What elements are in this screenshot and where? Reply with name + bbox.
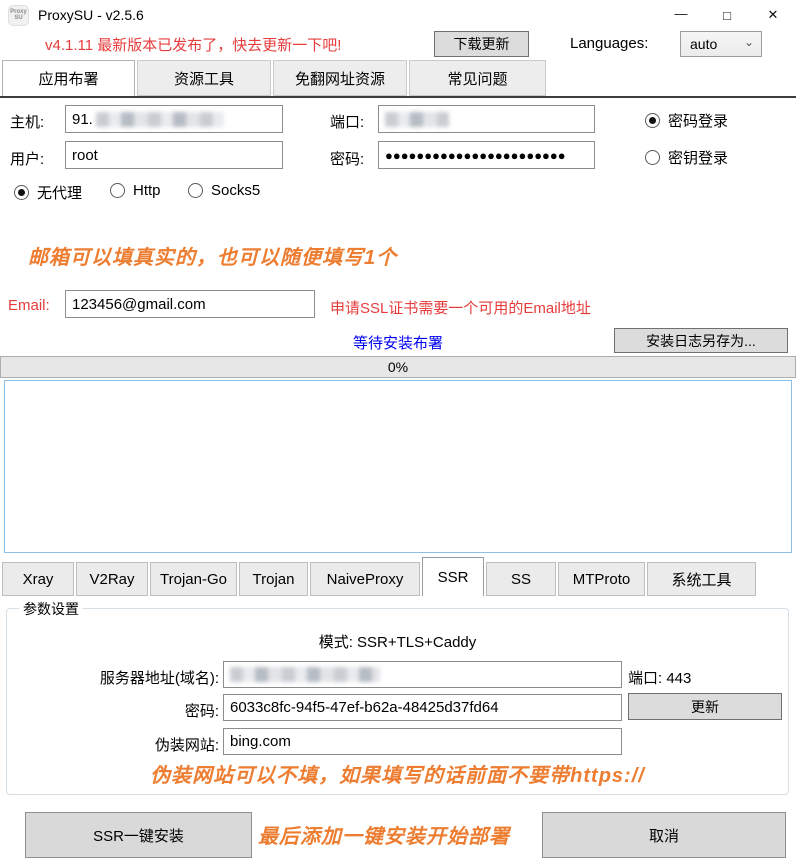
maximize-button[interactable]: □ xyxy=(704,0,750,30)
radio-circle xyxy=(110,183,125,198)
mode-line: 模式: SSR+TLS+Caddy xyxy=(7,631,788,652)
radio-label: 无代理 xyxy=(37,182,82,203)
domain-input[interactable] xyxy=(223,661,622,688)
password-masked-value: ●●●●●●●●●●●●●●●●●●●●●●● xyxy=(385,148,566,163)
radio-circle xyxy=(645,150,660,165)
cancel-button[interactable]: 取消 xyxy=(542,812,786,858)
protocol-tab-bar: Xray V2Ray Trojan-Go Trojan NaiveProxy S… xyxy=(2,557,756,596)
tab-trojan-go[interactable]: Trojan-Go xyxy=(150,562,237,596)
tab-trojan[interactable]: Trojan xyxy=(239,562,308,596)
tab-xray[interactable]: Xray xyxy=(2,562,74,596)
radio-label: 密码登录 xyxy=(668,110,728,131)
tab-underline xyxy=(0,96,796,98)
radio-password-login[interactable]: 密码登录 xyxy=(645,110,728,131)
ssr-password-label: 密码: xyxy=(119,700,219,721)
radio-no-proxy[interactable]: 无代理 xyxy=(14,182,82,203)
app-window: Proxy SU ProxySU - v2.5.6 — □ ✕ v4.1.11 … xyxy=(0,0,796,860)
host-redacted-value xyxy=(96,112,224,127)
minimize-icon: — xyxy=(675,6,688,21)
update-password-button[interactable]: 更新 xyxy=(628,693,782,720)
ssr-password-value: 6033c8fc-94f5-47ef-b62a-48425d37fd64 xyxy=(230,699,499,716)
window-controls: — □ ✕ xyxy=(658,0,796,30)
user-input[interactable]: root xyxy=(65,141,283,169)
app-icon-text-2: SU xyxy=(14,15,22,21)
tab-mtproto[interactable]: MTProto xyxy=(558,562,645,596)
tab-resource-tools[interactable]: 资源工具 xyxy=(137,60,271,96)
title-bar: Proxy SU ProxySU - v2.5.6 — □ ✕ xyxy=(0,0,796,30)
host-input[interactable]: 91. xyxy=(65,105,283,133)
user-value: root xyxy=(72,147,98,164)
save-log-button[interactable]: 安装日志另存为... xyxy=(614,328,788,353)
radio-socks5-proxy[interactable]: Socks5 xyxy=(188,182,260,199)
radio-label: Http xyxy=(133,182,161,199)
port-label: 端口: xyxy=(330,111,364,132)
tab-app-deploy[interactable]: 应用布署 xyxy=(2,60,135,96)
email-input[interactable]: 123456@gmail.com xyxy=(65,290,315,318)
params-group-title: 参数设置 xyxy=(19,599,83,619)
install-log-area[interactable] xyxy=(4,380,792,553)
language-value: auto xyxy=(690,36,717,52)
email-value: 123456@gmail.com xyxy=(72,296,206,313)
radio-circle-checked xyxy=(14,185,29,200)
main-tab-bar: 应用布署 资源工具 免翻网址资源 常见问题 xyxy=(2,60,546,96)
host-label: 主机: xyxy=(10,111,44,132)
host-value: 91. xyxy=(72,111,93,128)
user-label: 用户: xyxy=(10,148,44,169)
tab-free-urls[interactable]: 免翻网址资源 xyxy=(273,60,407,96)
ssl-note: 申请SSL证书需要一个可用的Email地址 xyxy=(330,297,591,318)
port-input[interactable] xyxy=(378,105,595,133)
tab-ssr[interactable]: SSR xyxy=(422,557,484,596)
close-icon: ✕ xyxy=(768,7,779,23)
close-button[interactable]: ✕ xyxy=(750,0,796,30)
domain-label: 服务器地址(域名): xyxy=(86,667,219,688)
app-icon: Proxy SU xyxy=(8,5,29,26)
tab-v2ray[interactable]: V2Ray xyxy=(76,562,148,596)
tab-faq[interactable]: 常见问题 xyxy=(409,60,546,96)
masquerade-hint: 伪装网站可以不填，如果填写的话前面不要带https:// xyxy=(7,759,788,788)
footer-hint: 最后添加一键安装开始部署 xyxy=(258,820,510,849)
download-update-button[interactable]: 下载更新 xyxy=(434,31,529,57)
radio-label: Socks5 xyxy=(211,182,260,199)
radio-circle-checked xyxy=(645,113,660,128)
tab-ss[interactable]: SS xyxy=(486,562,556,596)
ssr-password-input[interactable]: 6033c8fc-94f5-47ef-b62a-48425d37fd64 xyxy=(223,694,622,721)
email-hint: 邮箱可以填真实的，也可以随便填写1个 xyxy=(28,241,397,270)
window-title: ProxySU - v2.5.6 xyxy=(38,7,144,23)
minimize-button[interactable]: — xyxy=(658,0,704,30)
params-groupbox: 参数设置 模式: SSR+TLS+Caddy 服务器地址(域名): 端口: 44… xyxy=(6,608,789,795)
chevron-down-icon: ⌄ xyxy=(744,35,754,49)
masquerade-value: bing.com xyxy=(230,733,291,750)
install-progress-bar: 0% xyxy=(0,356,796,378)
port-redacted-value xyxy=(385,112,449,127)
update-notice: v4.1.11 最新版本已发布了，快去更新一下吧! xyxy=(45,34,341,55)
languages-label: Languages: xyxy=(570,35,648,52)
tab-naiveproxy[interactable]: NaiveProxy xyxy=(310,562,420,596)
email-label: Email: xyxy=(8,297,50,314)
ssr-port-label: 端口: 443 xyxy=(628,667,691,688)
maximize-icon: □ xyxy=(723,8,731,23)
radio-circle xyxy=(188,183,203,198)
language-select[interactable]: auto ⌄ xyxy=(680,31,762,57)
ssr-install-button[interactable]: SSR一键安装 xyxy=(25,812,252,858)
masquerade-input[interactable]: bing.com xyxy=(223,728,622,755)
masquerade-label: 伪装网站: xyxy=(119,734,219,755)
domain-redacted-value xyxy=(230,667,380,682)
tab-system-tools[interactable]: 系统工具 xyxy=(647,562,756,596)
radio-label: 密钥登录 xyxy=(668,147,728,168)
radio-http-proxy[interactable]: Http xyxy=(110,182,161,199)
password-label: 密码: xyxy=(330,148,364,169)
radio-key-login[interactable]: 密钥登录 xyxy=(645,147,728,168)
progress-value: 0% xyxy=(388,359,408,375)
password-input[interactable]: ●●●●●●●●●●●●●●●●●●●●●●● xyxy=(378,141,595,169)
